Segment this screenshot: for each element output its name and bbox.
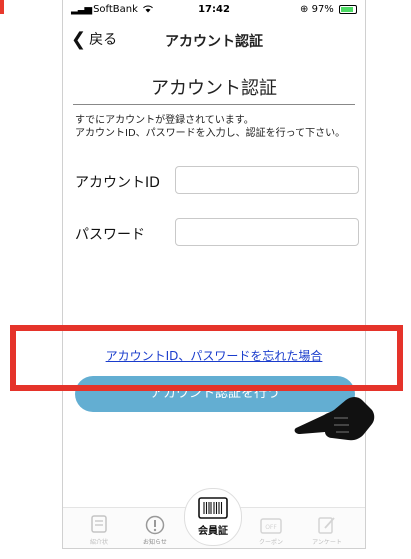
tab-survey[interactable]: アンケート [307,515,347,546]
account-id-label: アカウントID [75,175,160,191]
tab-coupon-label: クーポン [258,539,283,546]
info-icon [145,515,165,535]
tab-ticket-label: 紹介状 [89,539,108,546]
tab-member-card[interactable]: 会員証 [184,488,242,546]
tab-news[interactable]: お知らせ [135,515,175,546]
survey-icon [318,517,335,534]
alarm-icon: ⊕ [300,4,309,15]
page-title: アカウント認証 [73,74,355,105]
svg-text:OFF: OFF [265,524,277,531]
intro-text: すでにアカウントが登録されています。 アカウントID、パスワードを入力し、認証を… [75,114,357,140]
password-field[interactable] [175,218,359,246]
highlight-box [10,325,403,391]
battery-icon [339,4,357,14]
account-id-field[interactable] [175,166,359,194]
corner-mark [0,0,4,14]
phone-screen: ▂▃▅ SoftBank 17:42 ⊕ 97% ❮ 戻る アカウント認証 アカウン… [62,0,375,549]
tab-coupon[interactable]: OFF クーポン [251,517,291,546]
intro-line-1: すでにアカウントが登録されています。 [75,115,254,126]
battery-status: ⊕ 97% [300,4,357,15]
coupon-icon: OFF [260,518,282,534]
password-label: パスワード [75,227,145,243]
battery-percent: 97% [311,4,334,15]
tab-news-label: お知らせ [143,539,167,546]
nav-bar: ❮ 戻る アカウント認証 [63,22,365,54]
tab-survey-label: アンケート [312,539,342,546]
tab-ticket[interactable]: 紹介状 [79,515,119,546]
intro-line-2: アカウントID、パスワードを入力し、認証を行って下さい。 [75,128,346,139]
nav-title: アカウント認証 [165,34,263,50]
pointing-hand-icon [294,397,375,441]
ticket-icon [91,515,107,533]
barcode-icon [198,497,228,519]
status-bar: ▂▃▅ SoftBank 17:42 ⊕ 97% [63,0,365,20]
member-card-label: 会員証 [198,526,228,537]
